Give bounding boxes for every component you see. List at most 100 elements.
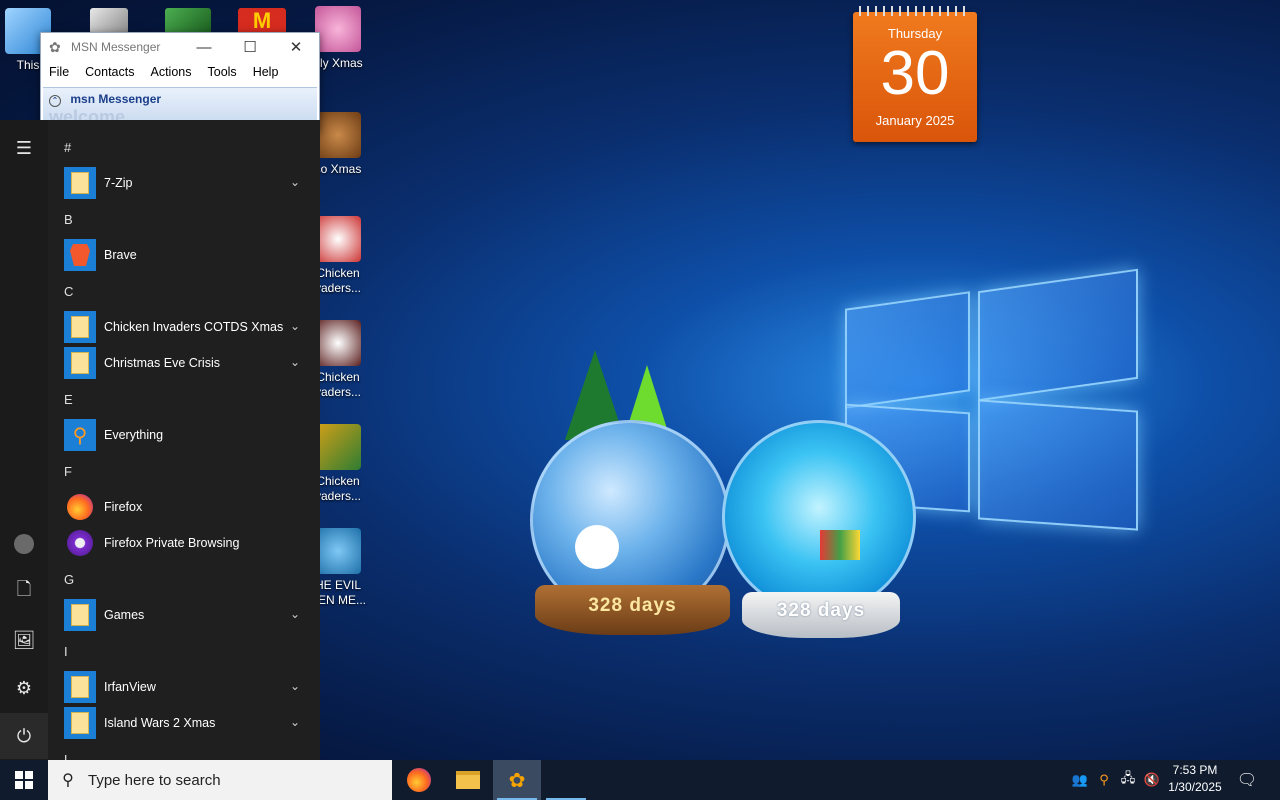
menu-help[interactable]: Help xyxy=(245,65,287,79)
app-chicken-invaders-cotds-xmas[interactable]: Chicken Invaders COTDS Xmas ⌄ xyxy=(48,309,320,345)
power-icon[interactable]: ⏻ xyxy=(0,713,48,759)
snow-globe-widget-1[interactable]: 328 days xyxy=(525,350,735,640)
firefox-icon xyxy=(407,768,431,792)
app-label: Firefox xyxy=(104,500,143,514)
app-firefox[interactable]: Firefox xyxy=(48,489,320,525)
msn-butterfly-icon: ✿ xyxy=(508,769,526,792)
window-title: MSN Messenger xyxy=(71,40,161,54)
app-games[interactable]: Games ⌄ xyxy=(48,597,320,633)
chevron-down-icon[interactable]: ⌄ xyxy=(290,355,300,369)
chevron-down-icon[interactable]: ⌄ xyxy=(290,715,300,729)
app-christmas-eve-crisis[interactable]: Christmas Eve Crisis ⌄ xyxy=(48,345,320,381)
section-letter[interactable]: E xyxy=(48,381,320,417)
msn-brand-label: msn Messenger xyxy=(70,92,162,106)
calendar-day: 30 xyxy=(880,39,950,108)
app-label: Brave xyxy=(104,248,137,262)
calendar-rings xyxy=(859,6,971,16)
hamburger-menu-icon[interactable]: ☰ xyxy=(0,125,48,171)
section-letter[interactable]: # xyxy=(48,129,320,165)
user-account-icon[interactable] xyxy=(0,521,48,567)
taskbar-search-box[interactable]: ⚲ Type here to search xyxy=(48,760,392,800)
globe-base-days: 328 days xyxy=(535,585,730,635)
start-button[interactable] xyxy=(0,760,48,800)
firefox-icon xyxy=(64,491,96,523)
menu-actions[interactable]: Actions xyxy=(143,65,200,79)
section-letter[interactable]: C xyxy=(48,273,320,309)
taskbar: ⚲ Type here to search ✿ 👥 ⚲ 🖧 🔇 7:53 PM … xyxy=(0,760,1280,800)
menu-contacts[interactable]: Contacts xyxy=(77,65,142,79)
globe-base-days-silver: 328 days xyxy=(742,592,900,638)
app-label: Christmas Eve Crisis xyxy=(104,356,220,370)
app-island-wars-2-xmas[interactable]: Island Wars 2 Xmas ⌄ xyxy=(48,705,320,741)
tray-everything-icon[interactable]: ⚲ xyxy=(1092,760,1116,800)
folder-icon xyxy=(64,671,96,703)
tray-network-users-icon[interactable]: 👥 xyxy=(1068,760,1092,800)
documents-icon[interactable]: 🗋 xyxy=(0,569,48,615)
app-irfanview[interactable]: IrfanView ⌄ xyxy=(48,669,320,705)
section-letter[interactable]: G xyxy=(48,561,320,597)
taskbar-firefox[interactable] xyxy=(395,760,443,800)
calendar-month-year: January 2025 xyxy=(875,113,955,128)
folder-icon xyxy=(64,347,96,379)
maximize-button[interactable]: ☐ xyxy=(227,33,273,61)
desktop-icon-mcdonalds[interactable]: M xyxy=(238,8,286,34)
search-placeholder: Type here to search xyxy=(88,771,221,789)
tray-network-icon[interactable]: 🖧 xyxy=(1116,760,1140,800)
section-letter[interactable]: I xyxy=(48,633,320,669)
chicken-icon xyxy=(315,216,361,262)
taskbar-msn-messenger[interactable]: ✿ xyxy=(493,760,541,800)
pictures-icon[interactable]: 🖼 xyxy=(0,617,48,663)
settings-gear-icon[interactable]: ⚙ xyxy=(0,665,48,711)
minimize-button[interactable]: — xyxy=(181,33,227,61)
snow-globe-glass-blue xyxy=(722,420,916,614)
clock-date: 1/30/2025 xyxy=(1168,780,1222,794)
app-label: Island Wars 2 Xmas xyxy=(104,716,216,730)
chevron-down-icon[interactable]: ⌄ xyxy=(290,175,300,189)
calendar-widget[interactable]: Thursday 30 January 2025 xyxy=(853,6,977,142)
app-label: Games xyxy=(104,608,145,622)
windows-logo-icon xyxy=(15,771,33,789)
folder-icon xyxy=(64,167,96,199)
start-menu: ☰ 🗋 🖼 ⚙ ⏻ # 7-Zip ⌄ B Brave C Chicken In… xyxy=(0,120,320,760)
window-titlebar[interactable]: ✿ MSN Messenger — ☐ ✕ xyxy=(41,33,319,61)
gifts-icon xyxy=(820,530,860,560)
app-everything[interactable]: ⚲ Everything xyxy=(48,417,320,453)
snow-globe-widget-2[interactable]: 328 days xyxy=(720,420,920,642)
close-button[interactable]: ✕ xyxy=(273,33,319,61)
chevron-down-icon[interactable]: ⌄ xyxy=(290,607,300,621)
app-label: IrfanView xyxy=(104,680,156,694)
msn-buddies-icon xyxy=(315,528,361,574)
app-label: 7-Zip xyxy=(104,176,133,190)
app-label: Everything xyxy=(104,428,164,442)
snowman-icon xyxy=(575,525,619,569)
folder-icon xyxy=(64,707,96,739)
app-label: Chicken Invaders COTDS Xmas xyxy=(104,320,284,334)
chevron-down-icon[interactable]: ⌄ xyxy=(290,679,300,693)
action-center-icon[interactable]: 🗨 xyxy=(1232,760,1262,800)
teddy-bear-icon xyxy=(315,112,361,158)
section-letter[interactable]: F xyxy=(48,453,320,489)
section-letter[interactable]: L xyxy=(48,741,320,761)
chicken-game-icon xyxy=(315,424,361,470)
app-brave[interactable]: Brave xyxy=(48,237,320,273)
everything-search-icon: ⚲ xyxy=(64,419,96,451)
desktop-icon-photo[interactable] xyxy=(90,8,128,34)
section-letter[interactable]: B xyxy=(48,201,320,237)
chevron-down-icon[interactable]: ⌄ xyxy=(290,319,300,333)
app-firefox-private-browsing[interactable]: Firefox Private Browsing xyxy=(48,525,320,561)
app-7zip[interactable]: 7-Zip ⌄ xyxy=(48,165,320,201)
folder-icon xyxy=(64,599,96,631)
start-menu-rail: ☰ 🗋 🖼 ⚙ ⏻ xyxy=(0,120,48,760)
desktop-icon-game-character[interactable] xyxy=(165,8,211,34)
msn-butterfly-icon: ✿ xyxy=(49,39,61,55)
menu-bar: File Contacts Actions Tools Help xyxy=(41,61,319,83)
taskbar-file-explorer[interactable] xyxy=(444,760,492,800)
menu-tools[interactable]: Tools xyxy=(200,65,245,79)
menu-file[interactable]: File xyxy=(41,65,77,79)
collapse-icon[interactable]: ⌃ xyxy=(49,95,61,107)
app-label: Firefox Private Browsing xyxy=(104,536,240,550)
msn-messenger-window[interactable]: ✿ MSN Messenger — ☐ ✕ File Contacts Acti… xyxy=(40,32,320,132)
taskbar-clock[interactable]: 7:53 PM 1/30/2025 xyxy=(1160,762,1230,796)
folder-icon xyxy=(456,771,480,789)
clock-time: 7:53 PM xyxy=(1172,763,1218,777)
